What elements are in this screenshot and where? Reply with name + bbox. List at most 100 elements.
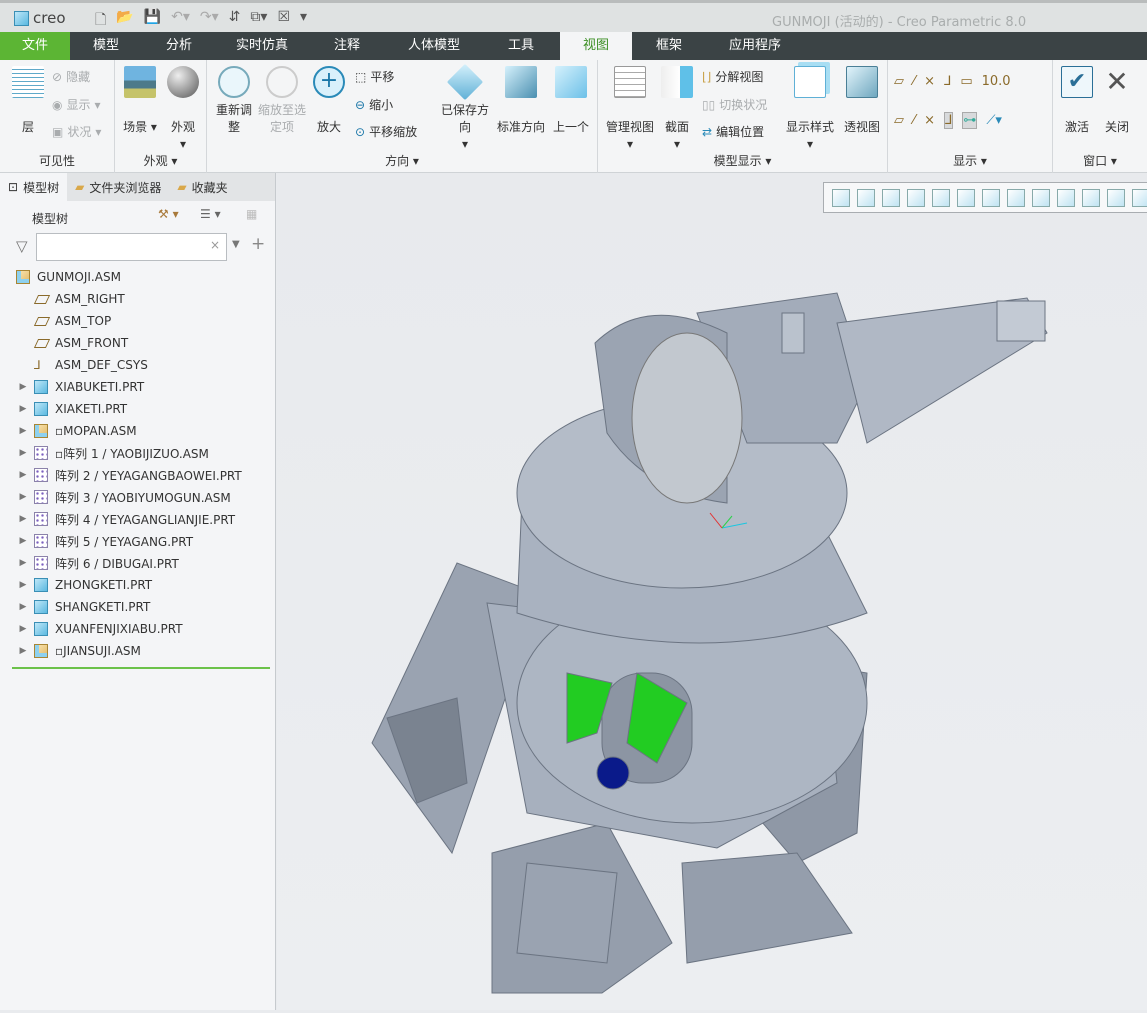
perspective-icon[interactable] bbox=[1032, 188, 1050, 207]
add-icon[interactable]: + bbox=[251, 234, 265, 254]
model-view[interactable] bbox=[277, 173, 1147, 1010]
tree-item[interactable]: ASM_FRONT bbox=[12, 332, 270, 354]
expand-arrow-icon[interactable]: ▶ bbox=[12, 580, 34, 590]
expand-arrow-icon[interactable]: ▶ bbox=[12, 448, 34, 458]
tree-item[interactable]: ▶ ZHONGKETI.PRT bbox=[12, 574, 270, 596]
expand-arrow-icon[interactable]: ▶ bbox=[12, 602, 34, 612]
pan-button[interactable]: ⬚ 平移 bbox=[355, 68, 394, 85]
refit-icon[interactable] bbox=[832, 188, 850, 207]
tab-model-tree[interactable]: ⊡ 模型树 bbox=[0, 173, 68, 201]
csys-display-icon[interactable]: ⅃ bbox=[944, 74, 951, 89]
tree-item[interactable]: ▶ 阵列 3 / YAOBIYUMOGUN.ASM bbox=[12, 486, 270, 508]
annotation-display-icon[interactable] bbox=[1107, 188, 1125, 207]
tab-applications[interactable]: 应用程序 bbox=[706, 32, 804, 60]
show-button[interactable]: ◉ 显示 ▾ bbox=[52, 96, 101, 113]
tab-tools[interactable]: 工具 bbox=[482, 32, 560, 60]
filter-dropdown-icon[interactable]: ▼ bbox=[232, 239, 240, 250]
tab-model[interactable]: 模型 bbox=[70, 32, 142, 60]
display-style-icon[interactable] bbox=[957, 188, 975, 207]
section-button[interactable]: 截面 ▾ bbox=[660, 66, 694, 153]
close-window-icon[interactable]: ☒ bbox=[277, 9, 290, 33]
repaint-icon[interactable] bbox=[907, 188, 925, 207]
manage-views-button[interactable]: 管理视图 ▾ bbox=[602, 66, 658, 153]
tree-item[interactable]: ▶ 阵列 6 / DIBUGAI.PRT bbox=[12, 552, 270, 574]
spin-center-icon[interactable]: ⊶ bbox=[962, 112, 978, 129]
tree-item[interactable]: ▶ 阵列 4 / YEYAGANGLIANJIE.PRT bbox=[12, 508, 270, 530]
plane-display-icon[interactable]: ▱ bbox=[894, 74, 904, 89]
windows-icon[interactable]: ⧉▾ bbox=[250, 9, 267, 33]
zoom-out-button[interactable]: ⊖ 缩小 bbox=[355, 96, 393, 113]
shading-icon[interactable] bbox=[932, 188, 950, 207]
point-display-icon[interactable]: × bbox=[924, 74, 935, 89]
customize-icon[interactable]: ▾ bbox=[300, 9, 307, 33]
saved-orient-icon[interactable] bbox=[982, 188, 1000, 207]
tab-analysis[interactable]: 分析 bbox=[142, 32, 216, 60]
plane-display-icon[interactable] bbox=[1057, 188, 1075, 207]
expand-arrow-icon[interactable]: ▶ bbox=[12, 536, 34, 546]
expand-arrow-icon[interactable]: ▶ bbox=[12, 382, 34, 392]
undo-icon[interactable]: ↶▾ bbox=[171, 9, 190, 33]
tree-item[interactable]: ▶ XIAKETI.PRT bbox=[12, 398, 270, 420]
dimension-display-icon[interactable]: 10.0 bbox=[982, 74, 1011, 89]
show-icon[interactable]: ☰ ▾ bbox=[200, 207, 221, 221]
tab-live-sim[interactable]: 实时仿真 bbox=[216, 32, 308, 60]
zoom-in-button[interactable]: + 放大 bbox=[311, 66, 347, 136]
expand-arrow-icon[interactable]: ▶ bbox=[12, 404, 34, 414]
expand-arrow-icon[interactable]: ▶ bbox=[12, 470, 34, 480]
tab-annotate[interactable]: 注释 bbox=[308, 32, 386, 60]
status-button[interactable]: ▣ 状况 ▾ bbox=[52, 123, 101, 140]
tree-columns-icon[interactable]: ▦ bbox=[246, 207, 257, 221]
layer-button[interactable]: 层 bbox=[8, 66, 48, 136]
expand-arrow-icon[interactable]: ▶ bbox=[12, 624, 34, 634]
open-icon[interactable]: 📂 bbox=[116, 9, 133, 33]
expand-arrow-icon[interactable]: ▶ bbox=[12, 558, 34, 568]
filter-icon[interactable]: ▽ bbox=[16, 237, 28, 255]
expand-arrow-icon[interactable]: ▶ bbox=[12, 492, 34, 502]
tree-item[interactable]: ▶ 阵列 5 / YEYAGANG.PRT bbox=[12, 530, 270, 552]
activate-button[interactable]: ✔ 激活 bbox=[1059, 66, 1095, 136]
tab-favorites[interactable]: ▰ 收藏夹 bbox=[169, 173, 235, 201]
tree-item[interactable]: ▶ ▫MOPAN.ASM bbox=[12, 420, 270, 442]
annotation-display-icon[interactable]: ▭ bbox=[960, 74, 972, 89]
clear-icon[interactable]: × bbox=[210, 238, 220, 252]
expand-arrow-icon[interactable]: ▶ bbox=[12, 646, 34, 656]
expand-arrow-icon[interactable]: ▶ bbox=[12, 426, 34, 436]
toggle-status-button[interactable]: ▯▯ 切换状况 bbox=[702, 96, 767, 113]
manage-views-icon[interactable] bbox=[1007, 188, 1025, 207]
spin-center-icon[interactable] bbox=[1132, 188, 1147, 207]
edit-position-button[interactable]: ⇄ 编辑位置 bbox=[702, 123, 764, 140]
perspective-button[interactable]: 透视图 bbox=[840, 66, 884, 136]
refit-button[interactable]: 重新调整 bbox=[211, 66, 257, 136]
tree-item[interactable]: ▶ SHANGKETI.PRT bbox=[12, 596, 270, 618]
tree-search-input[interactable]: × bbox=[36, 233, 227, 261]
graphics-area[interactable] bbox=[277, 173, 1147, 1010]
tree-item[interactable]: ▶ ▫JIANSUJI.ASM bbox=[12, 640, 270, 662]
tab-framework[interactable]: 框架 bbox=[632, 32, 706, 60]
redo-icon[interactable]: ↷▾ bbox=[200, 9, 219, 33]
tree-item[interactable]: ▶ XIABUKETI.PRT bbox=[12, 376, 270, 398]
save-icon[interactable]: 💾 bbox=[144, 9, 161, 33]
tree-item[interactable]: ▶ 阵列 2 / YEYAGANGBAOWEI.PRT bbox=[12, 464, 270, 486]
close-button[interactable]: ✕ 关闭 bbox=[1099, 66, 1135, 136]
zoom-selected-button[interactable]: 缩放至选定项 bbox=[257, 66, 307, 136]
pan-zoom-button[interactable]: ⊙ 平移缩放 bbox=[355, 123, 417, 140]
settings-icon[interactable]: ⚒ ▾ bbox=[158, 207, 179, 221]
axis-display-icon[interactable]: ⁄ bbox=[913, 74, 915, 89]
zoom-out-icon[interactable] bbox=[882, 188, 900, 207]
point-tag-icon[interactable]: × bbox=[924, 113, 935, 128]
csys-tag-icon[interactable]: ⅃ bbox=[944, 112, 954, 129]
section-display-icon[interactable]: ⟋▾ bbox=[986, 113, 1002, 128]
tree-item[interactable]: ▶ ▫阵列 1 / YAOBIJIZUO.ASM bbox=[12, 442, 270, 464]
tree-item[interactable]: ⅃ ASM_DEF_CSYS bbox=[12, 354, 270, 376]
tab-manikin[interactable]: 人体模型 bbox=[386, 32, 482, 60]
expand-arrow-icon[interactable]: ▶ bbox=[12, 514, 34, 524]
plane-tag-icon[interactable]: ▱ bbox=[894, 113, 904, 128]
tree-item[interactable]: ▶ XUANFENJIXIABU.PRT bbox=[12, 618, 270, 640]
standard-orientation-button[interactable]: 标准方向 bbox=[495, 66, 547, 136]
explode-view-button[interactable]: ⌊⌋ 分解视图 bbox=[702, 68, 763, 85]
display-style-button[interactable]: 显示样式 ▾ bbox=[784, 66, 836, 153]
tree-item[interactable]: ASM_RIGHT bbox=[12, 288, 270, 310]
tree-item[interactable]: GUNMOJI.ASM bbox=[12, 266, 270, 288]
csys-display-icon[interactable] bbox=[1082, 188, 1100, 207]
tab-folder-browser[interactable]: ▰ 文件夹浏览器 bbox=[67, 173, 169, 201]
